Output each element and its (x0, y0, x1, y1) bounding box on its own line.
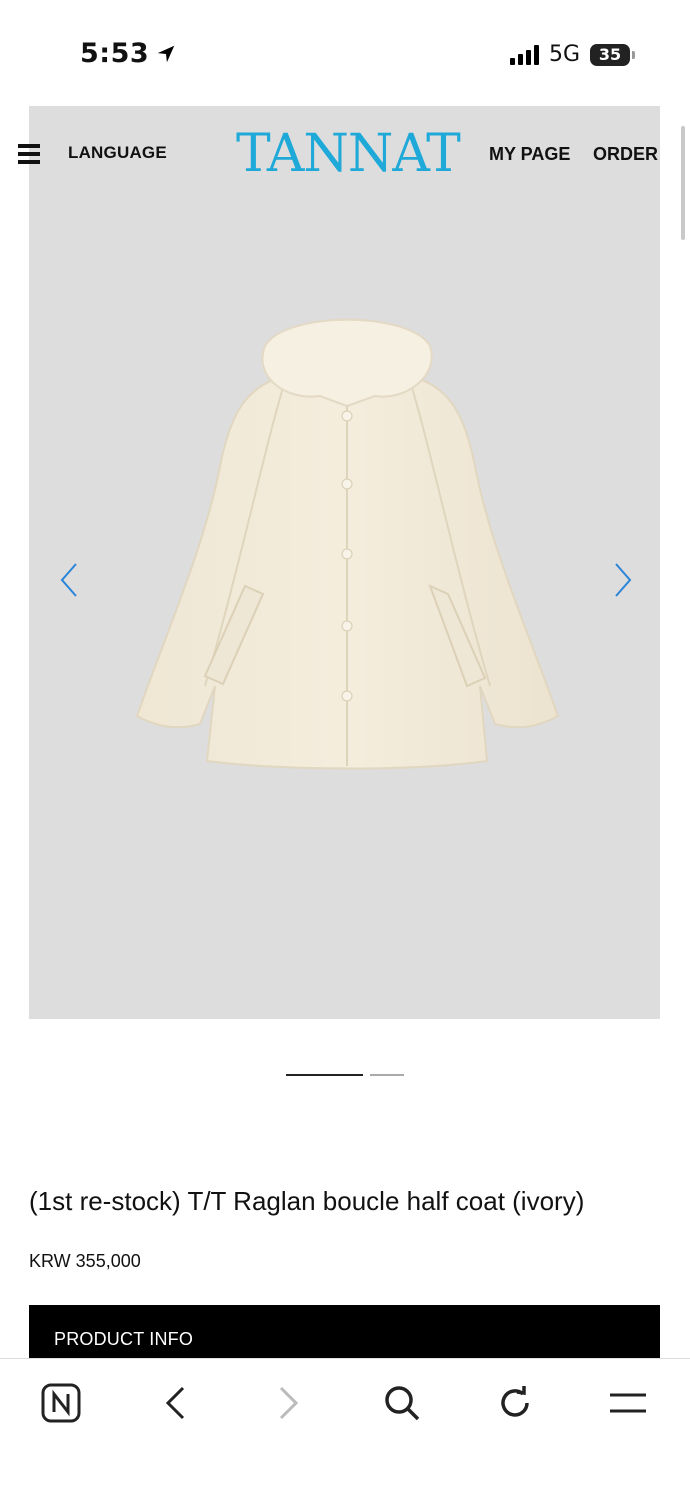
signal-icon (509, 44, 539, 65)
search-icon[interactable] (380, 1381, 424, 1425)
language-link[interactable]: LANGUAGE (68, 143, 167, 163)
forward-icon[interactable] (267, 1381, 311, 1425)
pagination-dot[interactable] (370, 1074, 404, 1076)
browser-toolbar (0, 1358, 690, 1501)
location-arrow-icon (157, 45, 175, 62)
battery-icon: 35 (590, 43, 635, 66)
product-title: (1st re-stock) T/T Raglan boucle half co… (29, 1186, 585, 1216)
back-icon[interactable] (153, 1381, 197, 1425)
mypage-link[interactable]: MY PAGE (489, 144, 570, 165)
carousel-pagination (286, 1074, 404, 1076)
product-image (135, 318, 560, 770)
status-right: 5G 35 (509, 42, 635, 67)
reload-icon[interactable] (493, 1381, 537, 1425)
naver-home-icon[interactable] (39, 1381, 83, 1425)
battery-level: 35 (598, 44, 622, 64)
status-bar: 5:53 5G 35 (0, 0, 690, 106)
status-time: 5:53 (80, 38, 177, 69)
scrollbar-thumb[interactable] (681, 126, 685, 240)
order-link[interactable]: ORDER (593, 144, 658, 165)
hamburger-menu-icon[interactable] (18, 144, 40, 164)
brand-logo[interactable]: TANNAT (236, 126, 461, 182)
status-time-text: 5:53 (80, 38, 150, 69)
browser-menu-icon[interactable] (606, 1381, 650, 1425)
carousel-prev-icon[interactable] (56, 562, 84, 598)
carousel-next-icon[interactable] (608, 562, 636, 598)
product-price: KRW 355,000 (29, 1251, 141, 1271)
network-label: 5G (548, 42, 580, 67)
pagination-dot-active[interactable] (286, 1074, 363, 1076)
product-info-label: PRODUCT INFO (54, 1329, 194, 1349)
product-info-tab[interactable]: PRODUCT INFO (29, 1305, 660, 1360)
